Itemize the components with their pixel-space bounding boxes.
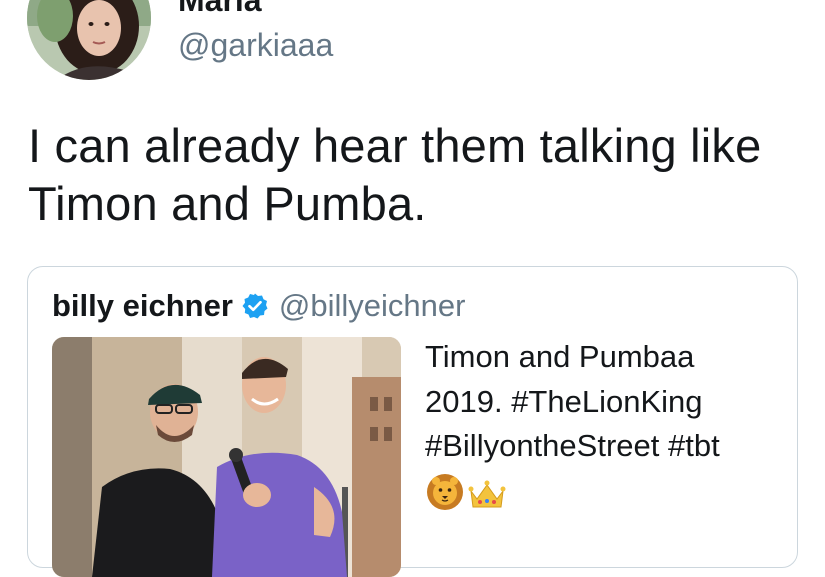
quoted-tweet-text-line: 2019. #TheLionKing	[425, 383, 703, 419]
tweet-text: I can already hear them talking like Tim…	[28, 119, 762, 230]
quoted-tweet-photo[interactable]	[52, 337, 401, 577]
quoted-tweet-header: billy eichner @billyeichner	[52, 287, 465, 325]
quoted-tweet-card[interactable]: billy eichner @billyeichner Timon and Pu…	[27, 266, 798, 577]
quoted-author-handle[interactable]: @billyeichner	[279, 287, 466, 325]
crown-icon	[467, 477, 507, 524]
lion-face-icon	[425, 471, 465, 524]
quoted-tweet-text: Timon and Pumbaa 2019. #TheLionKing #Bil…	[425, 335, 785, 523]
quoted-author-name[interactable]: billy eichner	[52, 287, 233, 325]
quoted-tweet-text-line: Timon and Pumbaa	[425, 339, 695, 374]
quoted-tweet-text-line: #BillyontheStreet #tbt	[425, 428, 720, 463]
verified-badge-icon	[241, 292, 269, 320]
author-display-name[interactable]: Maria	[178, 0, 262, 20]
author-avatar[interactable]	[27, 0, 151, 80]
emoji-row	[425, 471, 785, 524]
author-handle[interactable]: @garkiaaa	[178, 25, 333, 65]
